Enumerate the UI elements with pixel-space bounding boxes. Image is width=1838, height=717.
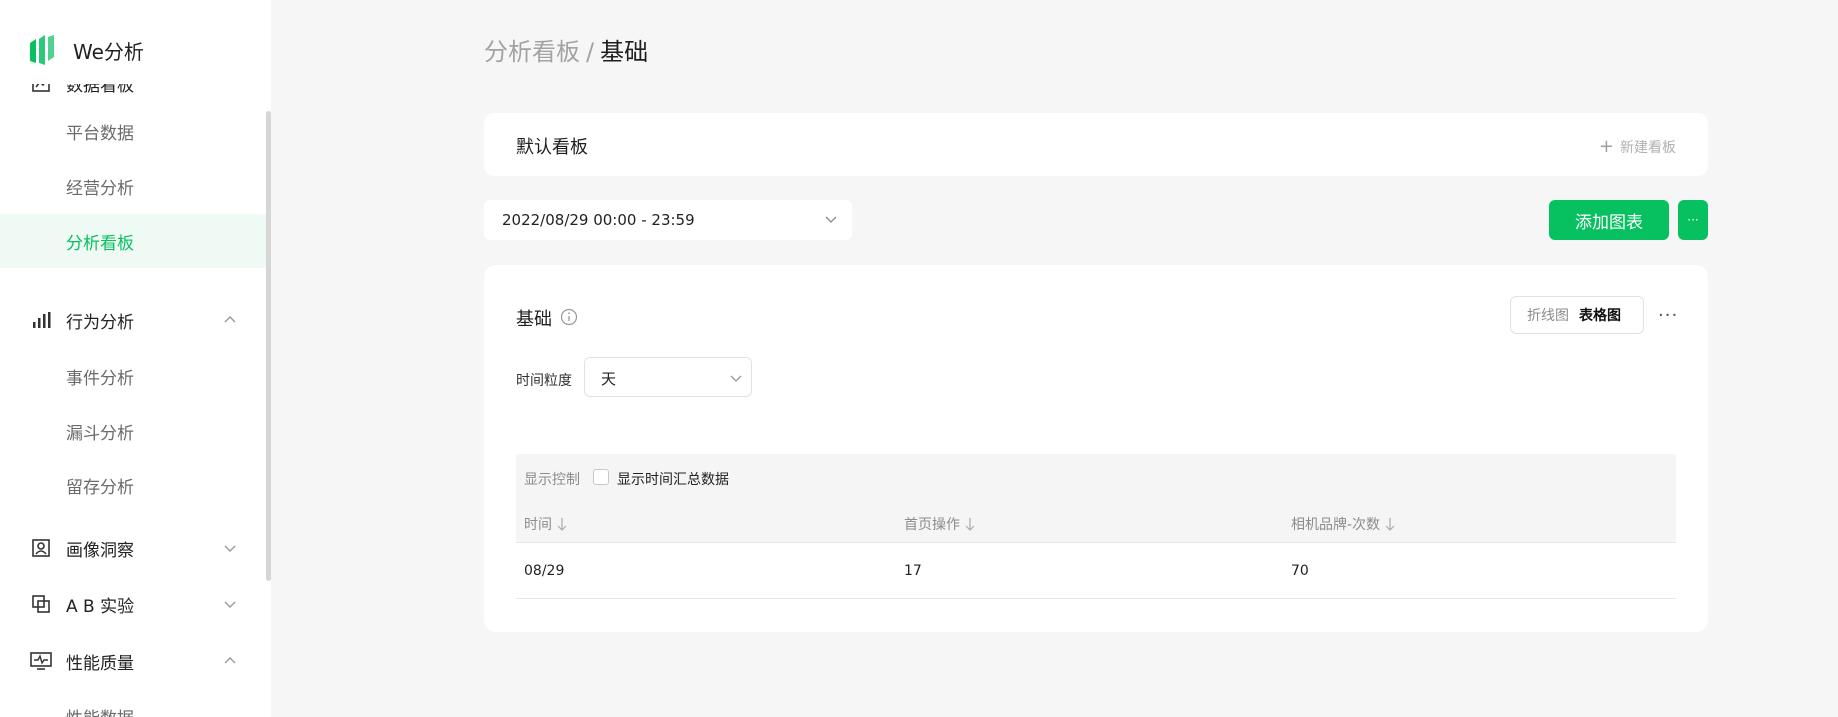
granularity-label: 时间粒度 <box>516 373 572 389</box>
column-header-label: 相机品牌-次数 <box>1291 517 1381 533</box>
date-range-value: 2022/08/29 00:00 - 23:59 <box>502 211 695 229</box>
nav-group-label: 行为分析 <box>66 312 134 333</box>
nav-group-label: 数据看板 <box>66 84 134 96</box>
app-name: We分析 <box>73 39 144 64</box>
board-tab-default[interactable]: 默认看板 <box>516 133 588 159</box>
nav-item-performance-data[interactable]: 性能数据 <box>0 690 267 717</box>
nav-item-analysis-board[interactable]: 分析看板 <box>0 214 267 268</box>
nav-item-business-analysis[interactable]: 经营分析 <box>0 160 267 212</box>
breadcrumb-separator: / <box>586 38 595 66</box>
breadcrumb-parent[interactable]: 分析看板 <box>484 38 580 66</box>
nav-group-ab-test[interactable]: A B 实验 <box>0 578 267 630</box>
column-header-label: 时间 <box>524 517 552 533</box>
nav-group-portrait-insight[interactable]: 画像洞察 <box>0 522 267 574</box>
summary-checkbox[interactable] <box>593 469 609 485</box>
nav-item-label: 事件分析 <box>66 368 134 389</box>
new-board-button[interactable]: + 新建看板 <box>1599 136 1676 157</box>
sidebar: 数据看板 平台数据 经营分析 分析看板 行为分析 事件分析 漏斗分析 留存分析 <box>0 0 271 717</box>
data-table: 显示控制 显示时间汇总数据 时间 首页操作 相机品牌-次数 08/29 17 7… <box>516 454 1676 599</box>
info-icon[interactable] <box>560 308 578 326</box>
nav-item-platform-data[interactable]: 平台数据 <box>0 105 267 157</box>
ab-test-icon <box>30 593 52 615</box>
monitor-icon <box>30 650 52 672</box>
chevron-down-icon <box>730 375 742 382</box>
chart-more-button[interactable]: ··· <box>1658 305 1678 326</box>
table-header: 显示控制 显示时间汇总数据 时间 首页操作 相机品牌-次数 <box>516 454 1676 543</box>
app-logo[interactable]: We分析 <box>28 30 144 70</box>
chevron-up-icon <box>224 657 236 664</box>
column-header-home-action[interactable]: 首页操作 <box>904 514 976 534</box>
chevron-down-icon <box>224 545 236 552</box>
we-analysis-logo-icon <box>30 35 54 65</box>
nav-group-label: 画像洞察 <box>66 540 134 561</box>
nav-item-label: 性能数据 <box>66 704 134 717</box>
view-option-table[interactable]: 表格图 <box>1579 305 1621 325</box>
nav-item-label: 平台数据 <box>66 123 134 144</box>
new-board-label: 新建看板 <box>1620 139 1676 156</box>
chevron-up-icon <box>224 316 236 323</box>
portrait-icon <box>30 537 52 559</box>
date-range-picker[interactable]: 2022/08/29 00:00 - 23:59 <box>484 200 852 240</box>
sort-arrow-icon <box>1385 518 1395 531</box>
table-row: 08/29 17 70 <box>516 543 1676 599</box>
nav-item-event-analysis[interactable]: 事件分析 <box>0 350 267 402</box>
toolbar-more-button[interactable]: ··· <box>1678 200 1708 240</box>
sidebar-scrollbar[interactable] <box>266 111 271 581</box>
chart-view-toggle: 折线图 表格图 <box>1510 296 1644 334</box>
column-header-time[interactable]: 时间 <box>524 514 568 534</box>
nav-group-label: A B 实验 <box>66 596 135 617</box>
table-cell-time: 08/29 <box>524 563 565 579</box>
nav-item-funnel-analysis[interactable]: 漏斗分析 <box>0 405 267 457</box>
nav-item-label: 经营分析 <box>66 178 134 199</box>
table-cell-camera-brand-count: 70 <box>1291 563 1309 579</box>
column-header-camera-brand-count[interactable]: 相机品牌-次数 <box>1291 514 1396 534</box>
add-chart-button[interactable]: 添加图表 <box>1549 200 1669 240</box>
column-header-label: 首页操作 <box>904 517 960 533</box>
dashboard-icon <box>30 84 52 94</box>
nav-item-label: 留存分析 <box>66 477 134 498</box>
breadcrumb: 分析看板 / 基础 <box>484 32 648 67</box>
table-cell-home-action: 17 <box>904 563 922 579</box>
board-tabs: 默认看板 + 新建看板 <box>484 113 1708 176</box>
page-title: 基础 <box>600 38 649 66</box>
granularity-value: 天 <box>601 370 617 388</box>
nav-item-label: 分析看板 <box>66 233 134 254</box>
sort-arrow-icon <box>965 518 975 531</box>
granularity-select[interactable]: 天 <box>584 357 752 397</box>
view-option-line[interactable]: 折线图 <box>1527 305 1569 325</box>
chart-title: 基础 <box>516 309 552 330</box>
sort-arrow-icon <box>557 518 567 531</box>
bar-chart-icon <box>30 309 52 331</box>
plus-icon: + <box>1598 136 1614 157</box>
nav-menu: 数据看板 平台数据 经营分析 分析看板 行为分析 事件分析 漏斗分析 留存分析 <box>0 84 271 717</box>
nav-group-behavior-analysis[interactable]: 行为分析 <box>0 294 267 346</box>
nav-item-retention-analysis[interactable]: 留存分析 <box>0 459 267 511</box>
chevron-down-icon <box>224 601 236 608</box>
chevron-down-icon <box>825 216 837 223</box>
display-control-label: 显示控制 <box>524 472 580 488</box>
nav-group-performance-quality[interactable]: 性能质量 <box>0 635 267 687</box>
nav-group-label: 性能质量 <box>66 653 134 674</box>
chart-card: 基础 折线图 表格图 ··· 时间粒度 天 显示控制 显示时间汇总数据 时间 首… <box>484 265 1708 632</box>
nav-item-label: 漏斗分析 <box>66 423 134 444</box>
summary-checkbox-label[interactable]: 显示时间汇总数据 <box>617 469 729 489</box>
